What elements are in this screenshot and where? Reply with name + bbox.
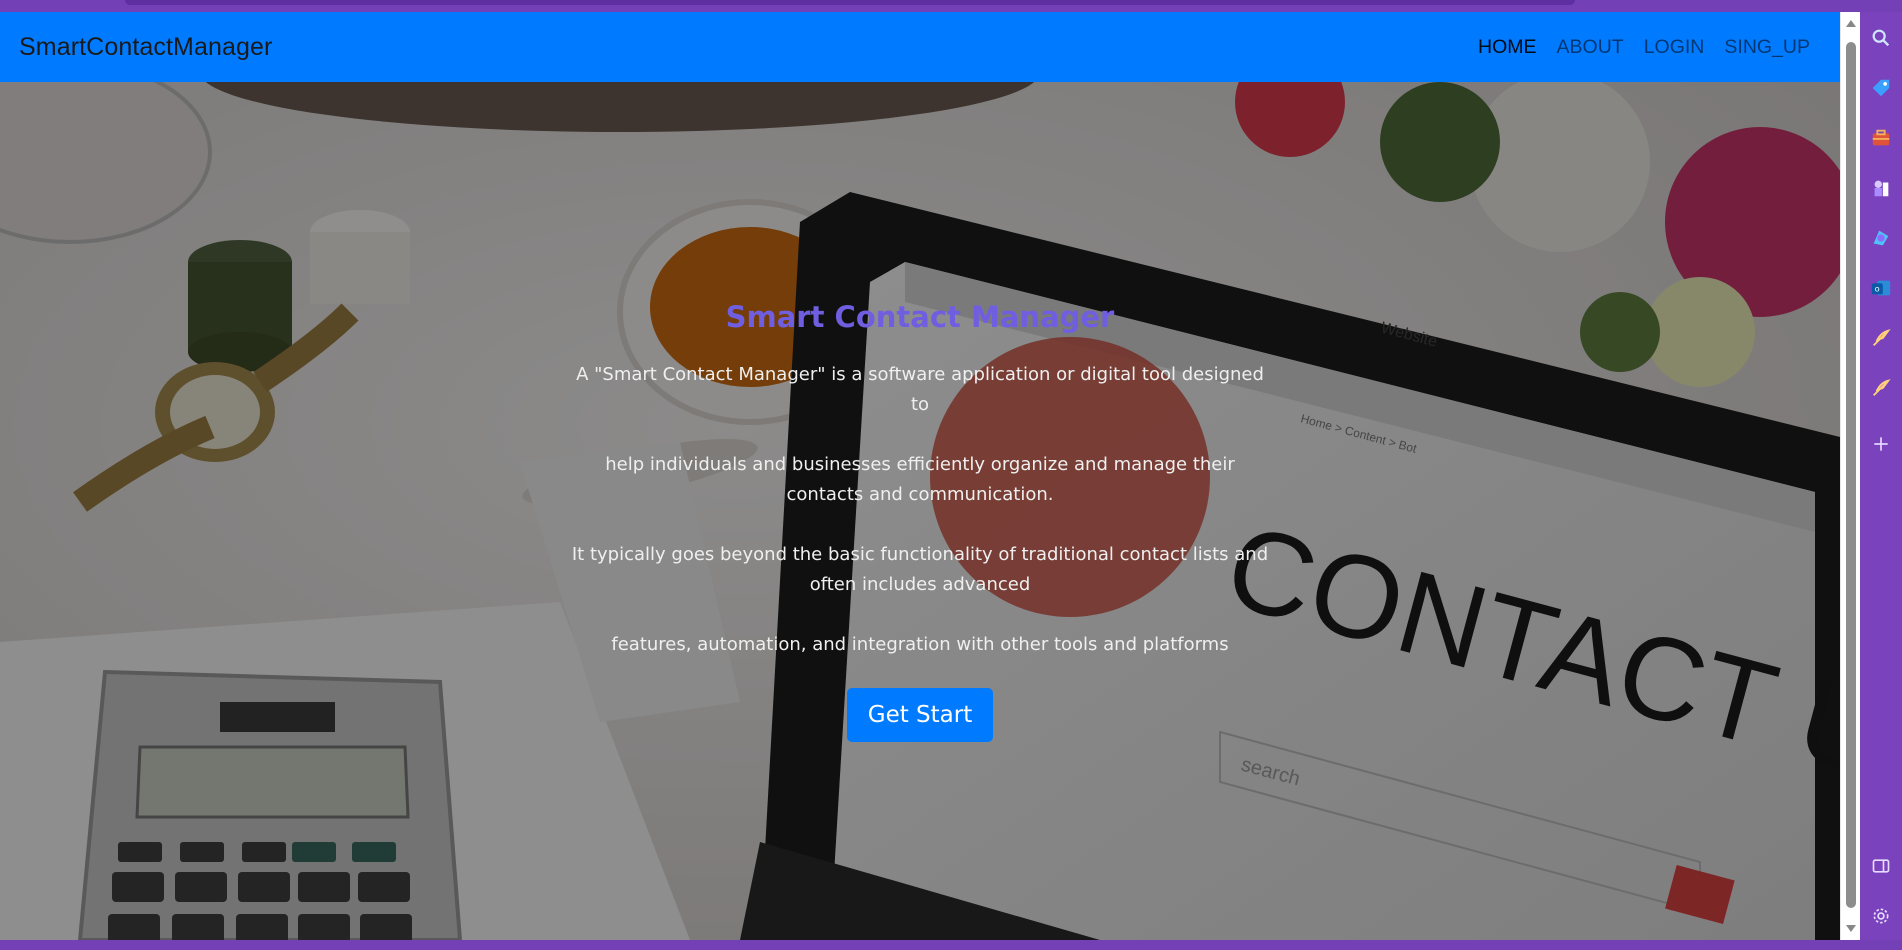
plus-icon[interactable]	[1869, 432, 1893, 456]
navbar: SmartContactManager HOME ABOUT LOGIN SIN…	[0, 12, 1840, 82]
panel-icon[interactable]	[1869, 854, 1893, 878]
search-icon[interactable]	[1869, 26, 1893, 50]
nav-home-link[interactable]: HOME	[1478, 36, 1537, 59]
scroll-down-arrow-icon[interactable]	[1846, 925, 1856, 932]
hero-paragraph-4: features, automation, and integration wi…	[611, 634, 1229, 655]
hero-paragraph-2: help individuals and businesses efficien…	[605, 454, 1235, 505]
browser-viewport: SmartContactManager HOME ABOUT LOGIN SIN…	[0, 12, 1840, 940]
outlook-icon[interactable]: o	[1869, 276, 1893, 300]
tag-icon[interactable]	[1869, 76, 1893, 100]
brand-link[interactable]: SmartContactManager	[19, 33, 272, 62]
chess-icon[interactable]	[1869, 176, 1893, 200]
browser-sidebar: o	[1860, 12, 1902, 940]
browser-bottom-strip	[0, 940, 1902, 950]
scroll-up-arrow-icon[interactable]	[1846, 20, 1856, 27]
hero-content: Smart Contact Manager A "Smart Contact M…	[560, 300, 1280, 742]
scroll-thumb[interactable]	[1846, 42, 1856, 908]
feather-alt-icon[interactable]	[1869, 376, 1893, 400]
nav-about-link[interactable]: ABOUT	[1557, 36, 1624, 59]
tab-strip-edge	[125, 0, 1575, 5]
browser-top-strip	[0, 0, 1902, 12]
get-start-button[interactable]: Get Start	[846, 688, 994, 742]
hero-title: Smart Contact Manager	[725, 300, 1115, 334]
nav-signup-link[interactable]: SING_UP	[1724, 36, 1810, 59]
hero-section: CONTACT US Website Home > Content > Bot …	[0, 82, 1840, 940]
settings-icon[interactable]	[1869, 904, 1893, 928]
copilot-icon[interactable]	[1869, 226, 1893, 250]
page-scrollbar[interactable]	[1840, 12, 1860, 940]
briefcase-icon[interactable]	[1869, 126, 1893, 150]
hero-paragraph-1: A "Smart Contact Manager" is a software …	[576, 364, 1264, 415]
nav-login-link[interactable]: LOGIN	[1644, 36, 1705, 59]
feather-icon[interactable]	[1869, 326, 1893, 350]
hero-paragraph-3: It typically goes beyond the basic funct…	[571, 544, 1269, 595]
nav-links: HOME ABOUT LOGIN SING_UP	[1478, 36, 1810, 59]
svg-text:o: o	[1875, 284, 1880, 294]
